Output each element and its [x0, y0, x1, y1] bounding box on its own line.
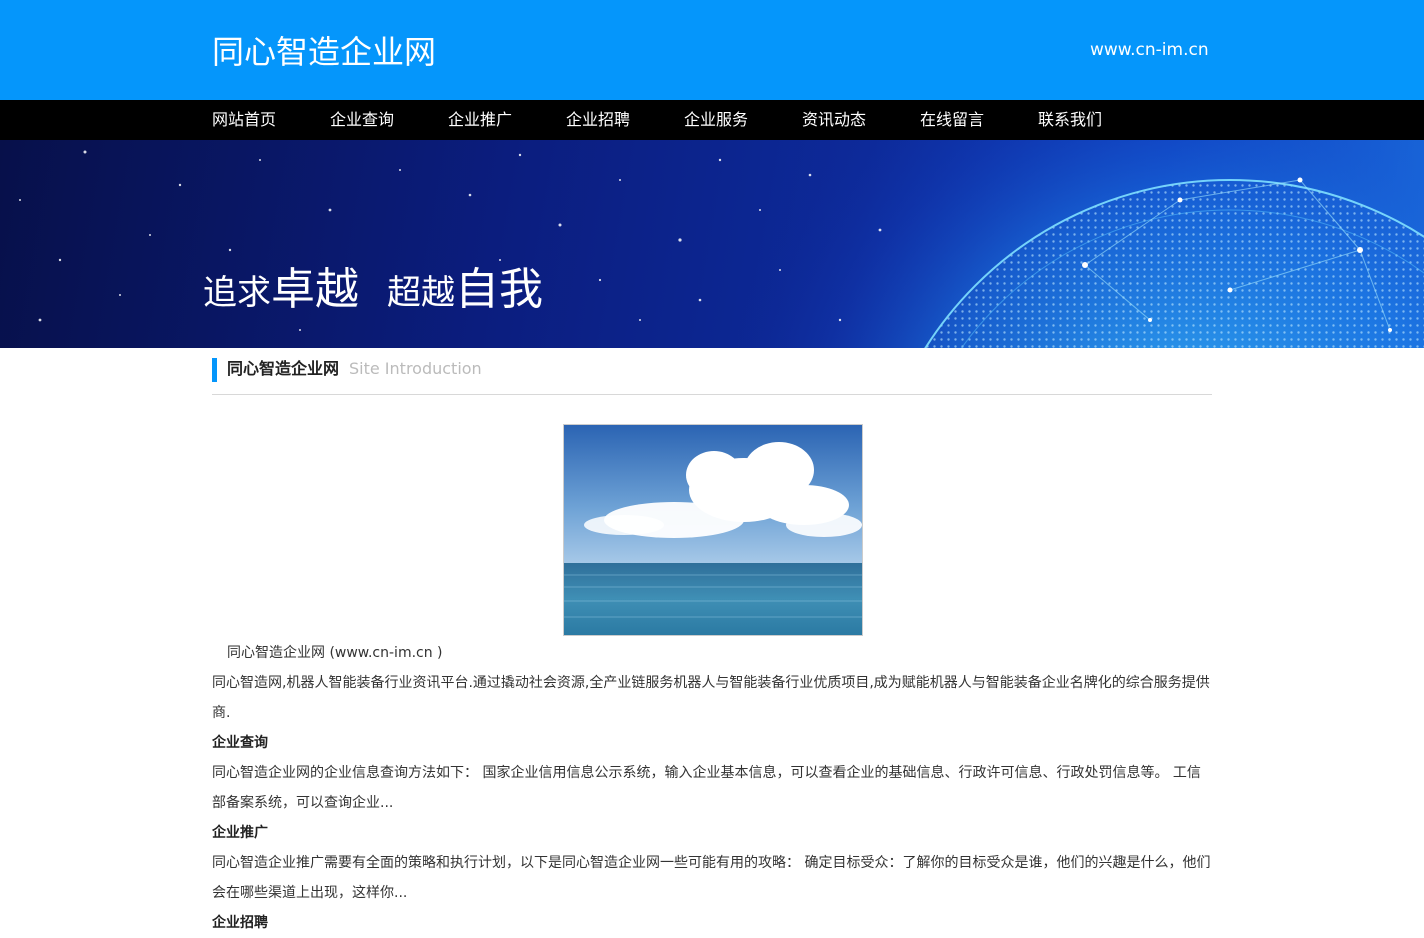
banner-slogan: 追求卓越 超越自我: [203, 266, 543, 317]
nav-item-home: 网站首页: [212, 100, 330, 140]
nav-link-message[interactable]: 在线留言: [920, 110, 984, 129]
site-header: 同心智造企业网 www.cn-im.cn: [0, 0, 1424, 100]
site-domain-link[interactable]: www.cn-im.cn: [1090, 38, 1209, 62]
nav-item-contact: 联系我们: [1038, 100, 1156, 140]
site-introduction-section: 同心智造企业网 Site Introduction 同心智造企业网 (www.c…: [212, 358, 1212, 931]
site-title-link[interactable]: 同心智造企业网: [212, 30, 436, 74]
main-nav: 网站首页 企业查询 企业推广 企业招聘 企业服务 资讯动态 在线留言 联系我们: [0, 100, 1424, 140]
slogan-small-1: 追求: [203, 273, 271, 313]
heading-company-query: 企业查询: [212, 735, 268, 751]
nav-item-services: 企业服务: [684, 100, 802, 140]
section-accent-bar: [212, 358, 217, 382]
slogan-small-2: 超越: [387, 273, 455, 313]
slogan-big-1: 卓越: [271, 264, 359, 315]
section-title: 同心智造企业网: [227, 359, 340, 378]
nav-item-company-query: 企业查询: [330, 100, 448, 140]
nav-link-promotion[interactable]: 企业推广: [448, 110, 512, 129]
intro-content: 同心智造企业网 (www.cn-im.cn ) 同心智造网,机器人智能装备行业资…: [212, 638, 1212, 938]
intro-caption: 同心智造企业网 (www.cn-im.cn ): [227, 645, 443, 661]
nav-item-promotion: 企业推广: [448, 100, 566, 140]
nav-link-contact[interactable]: 联系我们: [1038, 110, 1102, 129]
nav-link-news[interactable]: 资讯动态: [802, 110, 866, 129]
intro-image-sea-clouds: [563, 424, 863, 636]
intro-paragraph: 同心智造网,机器人智能装备行业资讯平台.通过撬动社会资源,全产业链服务机器人与智…: [212, 675, 1210, 721]
section-subtitle: Site Introduction: [349, 359, 482, 378]
nav-link-services[interactable]: 企业服务: [684, 110, 748, 129]
nav-link-recruitment[interactable]: 企业招聘: [566, 110, 630, 129]
section-header: 同心智造企业网 Site Introduction: [212, 358, 1212, 395]
text-company-query: 同心智造企业网的企业信息查询方法如下： 国家企业信用信息公示系统，输入企业基本信…: [212, 765, 1201, 811]
nav-link-company-query[interactable]: 企业查询: [330, 110, 394, 129]
nav-item-news: 资讯动态: [802, 100, 920, 140]
slogan-big-2: 自我: [455, 264, 543, 315]
nav-item-recruitment: 企业招聘: [566, 100, 684, 140]
heading-recruitment: 企业招聘: [212, 915, 268, 931]
text-promotion: 同心智造企业推广需要有全面的策略和执行计划，以下是同心智造企业网一些可能有用的攻…: [212, 855, 1211, 901]
heading-promotion: 企业推广: [212, 825, 268, 841]
nav-link-home[interactable]: 网站首页: [212, 110, 276, 129]
hero-banner: 追求卓越 超越自我: [0, 140, 1424, 348]
nav-item-message: 在线留言: [920, 100, 1038, 140]
